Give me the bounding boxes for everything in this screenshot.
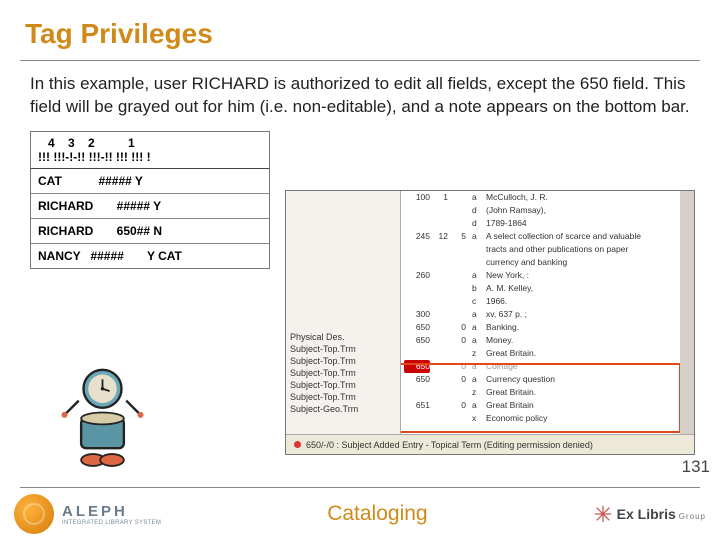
privilege-row: NANCY ##### Y CAT: [31, 244, 269, 268]
exlibris-star-icon: [594, 505, 612, 523]
exlibris-name: Ex Libris: [617, 506, 676, 522]
status-bar: 650/-/0 : Subject Added Entry - Topical …: [286, 434, 694, 454]
left-panel-label: Subject-Geo.Trm: [286, 403, 400, 415]
record-line: zGreat Britain.: [401, 386, 680, 399]
record-line: 6510aGreat Britain: [401, 399, 680, 412]
aleph-logo-text: ALEPH: [62, 503, 161, 520]
left-panel-label: Physical Des.: [286, 331, 400, 343]
left-panel-label: Subject-Top.Trm: [286, 367, 400, 379]
record-line: 245125aA select collection of scarce and…: [401, 230, 680, 243]
aleph-orb-icon: [14, 494, 54, 534]
record-line: 6500aCurrency question: [401, 373, 680, 386]
record-line: 260aNew York, :: [401, 269, 680, 282]
scrollbar-down-icon[interactable]: [682, 417, 693, 429]
record-line: d1789-1864: [401, 217, 680, 230]
left-panel-label: Subject-Top.Trm: [286, 355, 400, 367]
record-line: d(John Ramsay),: [401, 204, 680, 217]
left-panel-label: Subject-Top.Trm: [286, 379, 400, 391]
record-line: 6500aMoney.: [401, 334, 680, 347]
record-right-panel: 1001aMcCulloch, J. R.d(John Ramsay),d178…: [401, 191, 694, 434]
record-line: xEconomic policy: [401, 412, 680, 425]
record-line: bA. M. Kelley,: [401, 282, 680, 295]
exlibris-suffix: Group: [679, 512, 706, 521]
aleph-subtitle: INTEGRATED LIBRARY SYSTEM: [62, 520, 161, 526]
privilege-row: RICHARD 650## N: [31, 219, 269, 244]
privilege-table-header: 4 3 2 1 !!! !!!-!-!! !!!-!! !!! !!! !: [31, 132, 269, 169]
record-line: 6500aCoinage: [401, 360, 680, 373]
record-line: 1001aMcCulloch, J. R.: [401, 191, 680, 204]
record-left-panel: Physical Des.Subject-Top.TrmSubject-Top.…: [286, 191, 401, 434]
footer: ALEPH INTEGRATED LIBRARY SYSTEM Catalogi…: [0, 488, 720, 540]
mascot-image: [55, 350, 150, 475]
privilege-row: CAT ##### Y: [31, 169, 269, 194]
page-number: 131: [682, 457, 710, 477]
privilege-row: RICHARD ##### Y: [31, 194, 269, 219]
footer-center-title: Cataloging: [161, 502, 593, 526]
catalog-screenshot: Physical Des.Subject-Top.TrmSubject-Top.…: [285, 190, 695, 455]
exlibris-logo: Ex LibrisGroup: [594, 505, 706, 523]
page-title: Tag Privileges: [0, 0, 720, 60]
record-line: 6500aBanking.: [401, 321, 680, 334]
privilege-table: 4 3 2 1 !!! !!!-!-!! !!!-!! !!! !!! ! CA…: [30, 131, 270, 269]
status-error-icon: [294, 441, 301, 448]
record-line: c1966.: [401, 295, 680, 308]
left-panel-label: Subject-Top.Trm: [286, 391, 400, 403]
left-panel-label: Subject-Top.Trm: [286, 343, 400, 355]
title-underline: [20, 60, 700, 61]
record-line: 300axv, 637 p. ;: [401, 308, 680, 321]
description-text: In this example, user RICHARD is authori…: [0, 73, 720, 131]
record-line: currency and banking: [401, 256, 680, 269]
record-line: tracts and other publications on paper: [401, 243, 680, 256]
scrollbar-up-icon[interactable]: [682, 196, 693, 208]
status-text: 650/-/0 : Subject Added Entry - Topical …: [306, 440, 593, 450]
record-line: zGreat Britain.: [401, 347, 680, 360]
